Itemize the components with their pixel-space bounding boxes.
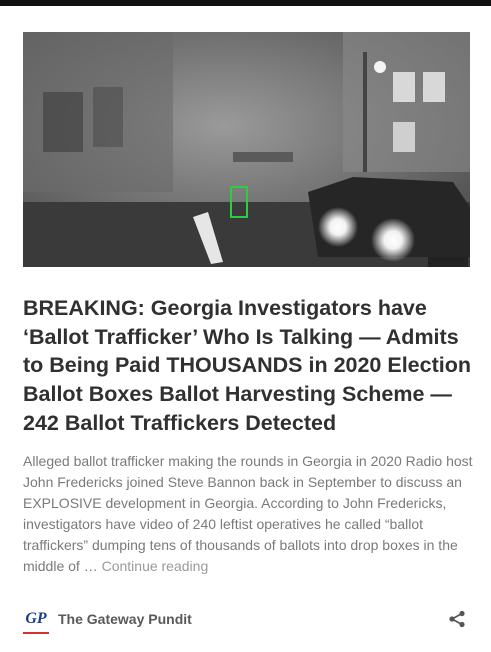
- article-excerpt: Alleged ballot trafficker making the rou…: [23, 451, 473, 577]
- article-image[interactable]: [23, 32, 470, 267]
- continue-reading-link[interactable]: Continue reading: [102, 558, 209, 574]
- share-button[interactable]: [448, 610, 466, 628]
- article-headline[interactable]: BREAKING: Georgia Investigators have ‘Ba…: [23, 294, 475, 438]
- source-logo: GP: [23, 608, 49, 634]
- top-header-bar: [0, 0, 491, 6]
- source-name[interactable]: The Gateway Pundit: [58, 611, 192, 627]
- share-icon: [449, 610, 465, 628]
- surveillance-photo: [23, 32, 470, 267]
- article-footer: GP The Gateway Pundit: [23, 606, 470, 634]
- excerpt-text: Alleged ballot trafficker making the rou…: [23, 453, 473, 574]
